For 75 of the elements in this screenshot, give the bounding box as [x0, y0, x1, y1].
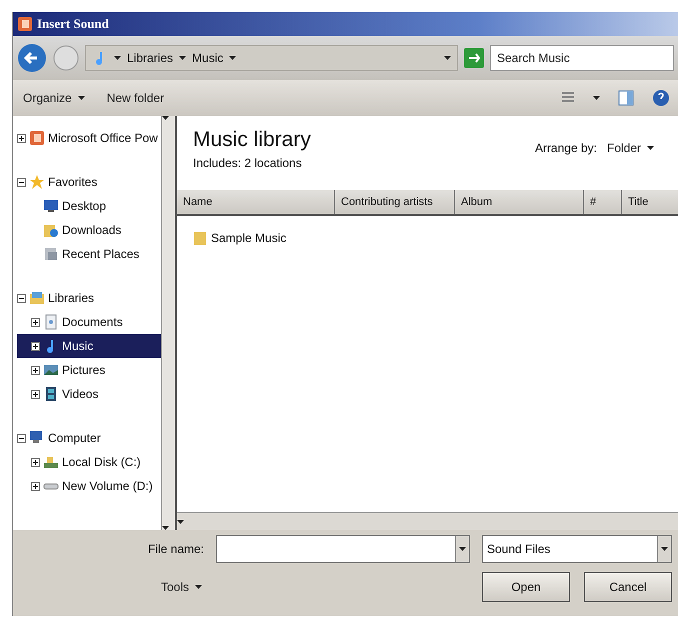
column-header[interactable]: Title [622, 190, 678, 214]
picture-icon [43, 362, 59, 378]
expand-icon[interactable] [31, 482, 40, 490]
expand-icon[interactable] [31, 318, 40, 326]
refresh-icon[interactable] [464, 48, 484, 68]
view-icon[interactable] [561, 91, 575, 105]
caret-icon [459, 547, 466, 551]
window-title: Insert Sound [37, 16, 109, 32]
nav-item[interactable]: Favorites [17, 170, 161, 194]
search-field[interactable]: Search Music [490, 45, 674, 71]
dialog-button[interactable]: Open [482, 572, 570, 602]
tools-button[interactable]: Tools [158, 578, 204, 596]
caret-icon [195, 585, 202, 589]
caret-icon [647, 146, 654, 150]
help-icon[interactable] [652, 89, 670, 107]
nav-item[interactable]: Microsoft Office Pow [17, 126, 161, 150]
back-icon[interactable] [17, 43, 47, 73]
star-icon [29, 174, 45, 190]
scrollbar[interactable] [161, 116, 175, 530]
nav-item[interactable]: Recent Places [17, 242, 161, 266]
nav-item[interactable]: New Volume (D:) [17, 474, 161, 498]
nav-item[interactable]: Documents [17, 310, 161, 334]
nav-item[interactable]: Downloads [17, 218, 161, 242]
caret-icon [661, 547, 668, 551]
film-icon [43, 386, 59, 402]
expand-icon[interactable] [31, 366, 40, 374]
expand-icon[interactable] [31, 342, 40, 350]
column-header[interactable]: # [584, 190, 622, 214]
address-bar[interactable]: Libraries Music [85, 45, 458, 71]
toolbar-button[interactable]: Organize [21, 89, 87, 107]
drive-icon [43, 454, 59, 470]
document-icon [43, 314, 59, 330]
monitor-icon [43, 198, 59, 214]
collapse-icon[interactable] [17, 294, 26, 302]
file-type-dropdown[interactable]: Sound Files [482, 535, 672, 563]
column-header[interactable]: Album [455, 190, 584, 214]
expand-icon[interactable] [17, 134, 26, 142]
library-title: Music library [193, 128, 311, 152]
caret-icon [444, 56, 451, 60]
column-header[interactable]: Name [177, 190, 335, 214]
expand-icon[interactable] [31, 458, 40, 466]
folder-icon [193, 230, 207, 246]
nav-item[interactable]: Desktop [17, 194, 161, 218]
collapse-icon[interactable] [17, 178, 26, 186]
nav-item[interactable]: Music [17, 334, 161, 358]
nav-item[interactable]: Computer [17, 426, 161, 450]
dialog-button[interactable]: Cancel [584, 572, 672, 602]
nav-item[interactable]: Pictures [17, 358, 161, 382]
down-arrow-icon [162, 526, 169, 530]
arrange-dropdown[interactable]: Folder [604, 139, 656, 157]
chevron-icon [179, 56, 186, 60]
file-name-field[interactable] [216, 535, 470, 563]
collapse-icon[interactable] [17, 434, 26, 442]
caret-icon [593, 96, 600, 100]
chevron-icon [229, 56, 236, 60]
file-name[interactable]: Sample Music [211, 231, 286, 245]
preview-pane-icon[interactable] [618, 90, 634, 106]
office-icon [29, 130, 45, 146]
scrollbar[interactable] [177, 512, 678, 530]
file-name-label: File name: [148, 542, 204, 556]
arrange-label: Arrange by: [534, 141, 597, 155]
computer-icon [29, 430, 45, 446]
office-icon [17, 16, 33, 32]
nav-item[interactable]: Videos [17, 382, 161, 406]
expand-icon[interactable] [31, 390, 40, 398]
toolbar-button[interactable]: New folder [104, 89, 166, 107]
folder-icon [43, 246, 59, 262]
folder-icon [43, 222, 59, 238]
chevron-icon [114, 56, 121, 60]
column-header[interactable]: Contributing artists [335, 190, 455, 214]
nav-item[interactable]: Local Disk (C:) [17, 450, 161, 474]
drive-icon [43, 482, 59, 490]
nav-item[interactable]: Libraries [17, 286, 161, 310]
library-icon [29, 290, 45, 306]
library-subtitle: Includes: 2 locations [193, 156, 303, 170]
